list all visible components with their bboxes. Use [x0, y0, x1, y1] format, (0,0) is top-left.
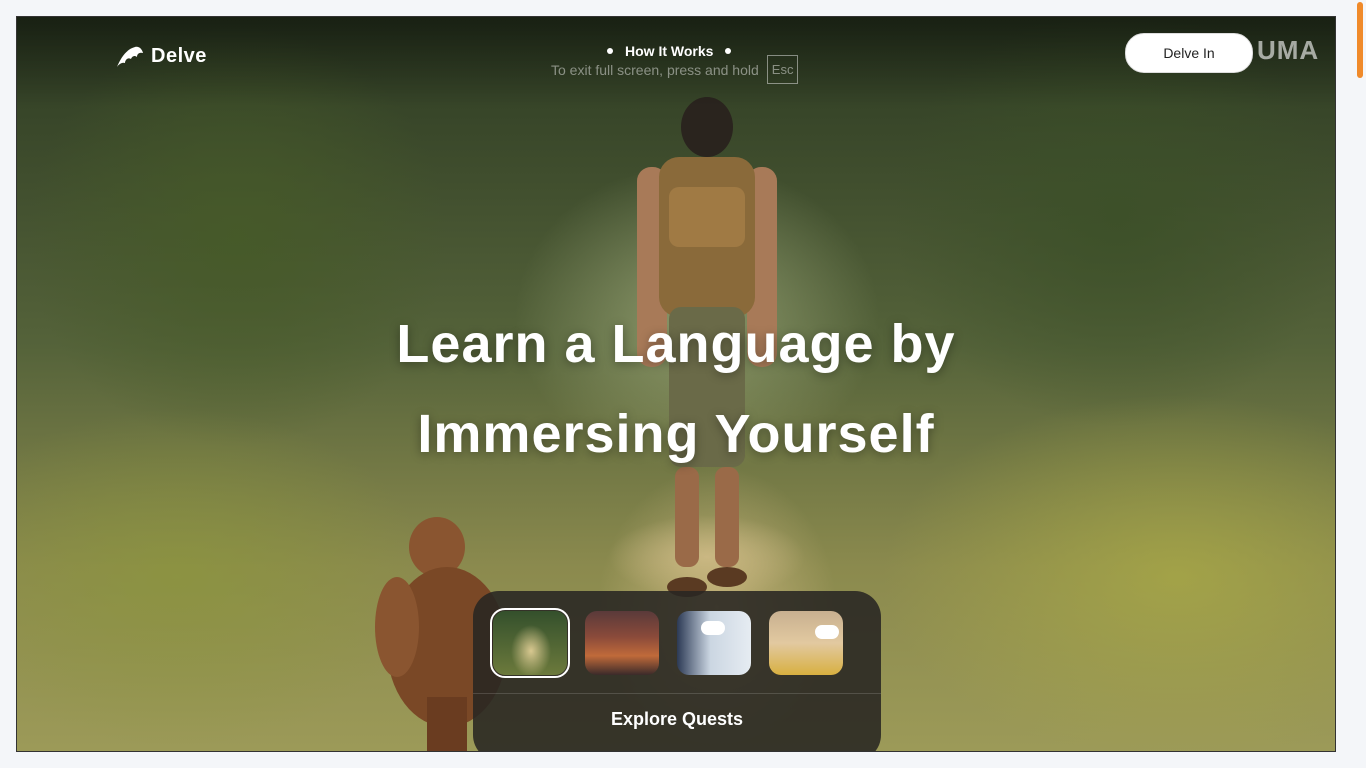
- quest-selector-panel: Explore Quests: [473, 591, 881, 751]
- speech-bubble-icon: [815, 625, 839, 639]
- brand-name: Delve: [151, 44, 207, 67]
- hero-viewport: Delve How It Works To exit full screen, …: [16, 16, 1336, 752]
- panel-divider: [473, 693, 881, 694]
- quest-thumb-city[interactable]: [585, 611, 659, 675]
- quest-thumbnails: [473, 591, 881, 678]
- dolphin-icon: [117, 46, 143, 67]
- quest-thumb-office[interactable]: [677, 611, 751, 675]
- quest-thumb-cartoon[interactable]: [769, 611, 843, 675]
- page-scrollbar[interactable]: [1354, 0, 1366, 768]
- esc-key: Esc: [766, 55, 799, 84]
- hero-headline: Learn a Language by Immersing Yourself: [17, 299, 1335, 479]
- nav-bullet-icon: [607, 48, 613, 54]
- scrollbar-thumb[interactable]: [1357, 2, 1363, 78]
- hero-line-1: Learn a Language by: [396, 314, 956, 374]
- delve-in-button[interactable]: Delve In: [1125, 33, 1253, 73]
- hero-line-2: Immersing Yourself: [417, 404, 935, 464]
- brand[interactable]: Delve: [115, 43, 207, 69]
- fullscreen-hint: To exit full screen, press and hold Esc: [551, 55, 799, 84]
- nav-bullet-icon: [725, 48, 732, 54]
- quest-thumb-jungle[interactable]: [490, 608, 570, 678]
- speech-bubble-icon: [701, 621, 725, 635]
- watermark-text: UMA: [1257, 35, 1320, 65]
- explore-quests-button[interactable]: Explore Quests: [473, 709, 881, 730]
- fullscreen-hint-text: To exit full screen, press and hold: [551, 61, 759, 78]
